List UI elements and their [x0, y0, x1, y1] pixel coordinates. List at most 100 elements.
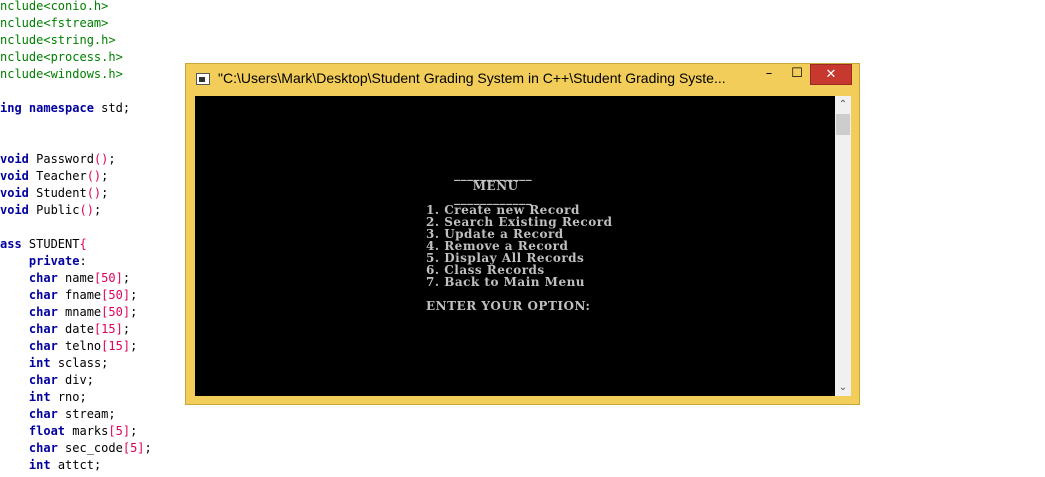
code-token: marks	[65, 424, 109, 438]
code-token: STUDENT	[21, 237, 80, 251]
code-token: ;	[130, 305, 138, 319]
code-token: char	[28, 271, 58, 285]
code-token: ()	[93, 152, 109, 166]
code-token: char	[28, 288, 58, 302]
scroll-up-button[interactable]: ⌃	[835, 96, 851, 113]
vertical-scrollbar[interactable]: ⌃ ⌄	[835, 96, 851, 396]
window-title: "C:\Users\Mark\Desktop\Student Grading S…	[218, 70, 726, 86]
code-line: ing namespace std;	[0, 100, 130, 117]
code-token: ;	[130, 424, 138, 438]
code-token: mname	[57, 305, 102, 319]
code-token: void	[0, 152, 29, 166]
code-line: int attct;	[0, 457, 101, 474]
code-line: char name[50];	[0, 270, 130, 287]
console-output[interactable]: ____________ MENU ____________ 1. Create…	[195, 96, 835, 396]
console-window[interactable]: "C:\Users\Mark\Desktop\Student Grading S…	[185, 63, 860, 405]
code-token: sec_code	[57, 441, 123, 455]
code-token: [5]	[108, 424, 131, 438]
code-line: int sclass;	[0, 355, 108, 372]
code-token: ()	[79, 203, 94, 217]
minimize-button[interactable]: –	[756, 64, 782, 85]
code-token: void	[0, 186, 29, 200]
code-token: nclude<process.h>	[0, 50, 123, 64]
code-token: ;	[101, 169, 109, 183]
code-token: ;	[144, 441, 152, 455]
code-token: ()	[86, 186, 102, 200]
code-line: void Public();	[0, 202, 101, 219]
code-line: nclude<process.h>	[0, 49, 123, 66]
code-token: stream;	[57, 407, 116, 421]
code-line: float marks[5];	[0, 423, 137, 440]
code-token: Student	[28, 186, 87, 200]
maximize-button[interactable]: ☐	[784, 64, 810, 85]
code-line: void Password();	[0, 151, 116, 168]
code-token: attct;	[50, 458, 102, 472]
code-token: {	[79, 237, 87, 251]
code-token: [50]	[101, 288, 131, 302]
code-token: ;	[130, 339, 138, 353]
code-token: nclude<string.h>	[0, 33, 116, 47]
close-button[interactable]: ✕	[810, 64, 852, 85]
code-token: rno;	[50, 390, 87, 404]
scroll-down-button[interactable]: ⌄	[835, 379, 851, 396]
code-line: void Student();	[0, 185, 108, 202]
code-token: [50]	[101, 305, 131, 319]
code-line: nclude<conio.h>	[0, 0, 108, 15]
code-token: void	[0, 203, 29, 217]
code-token: sclass;	[50, 356, 109, 370]
code-token: char	[28, 441, 58, 455]
code-line: nclude<windows.h>	[0, 66, 123, 83]
console-icon	[196, 73, 210, 85]
code-token: std;	[93, 101, 131, 115]
code-line: char sec_code[5];	[0, 440, 152, 457]
code-line: int rno;	[0, 389, 87, 406]
code-token: Teacher	[28, 169, 87, 183]
code-token: char	[28, 305, 58, 319]
code-line: char fname[50];	[0, 287, 137, 304]
code-token: char	[28, 373, 58, 387]
code-token: ;	[130, 288, 138, 302]
code-token: ;	[101, 186, 109, 200]
code-token: [50]	[93, 271, 123, 285]
code-token: ass	[0, 237, 22, 251]
code-token: name	[57, 271, 94, 285]
title-bar[interactable]: "C:\Users\Mark\Desktop\Student Grading S…	[186, 64, 859, 95]
code-line: char mname[50];	[0, 304, 137, 321]
code-token: char	[28, 407, 58, 421]
code-token: nclude<windows.h>	[0, 67, 123, 81]
code-token: Password	[28, 152, 94, 166]
code-token: telno	[57, 339, 102, 353]
console-menu-text: ____________ MENU ____________ 1. Create…	[426, 167, 613, 313]
code-token: ()	[86, 169, 102, 183]
code-line: nclude<fstream>	[0, 15, 108, 32]
scroll-thumb[interactable]	[836, 114, 850, 135]
code-token: void	[0, 169, 29, 183]
code-token: ing namespace	[0, 101, 94, 115]
code-token: [15]	[101, 339, 131, 353]
code-line: void Teacher();	[0, 168, 108, 185]
code-token: float	[28, 424, 66, 438]
code-token: date	[57, 322, 94, 336]
code-token: char	[28, 322, 58, 336]
code-token: nclude<conio.h>	[0, 0, 109, 13]
code-token: ;	[108, 152, 116, 166]
code-token: :	[79, 254, 87, 268]
code-token: [15]	[93, 322, 123, 336]
code-token: Public	[28, 203, 80, 217]
code-token: ;	[122, 271, 131, 285]
code-line: char telno[15];	[0, 338, 137, 355]
code-token: fname	[57, 288, 102, 302]
code-line: char div;	[0, 372, 94, 389]
